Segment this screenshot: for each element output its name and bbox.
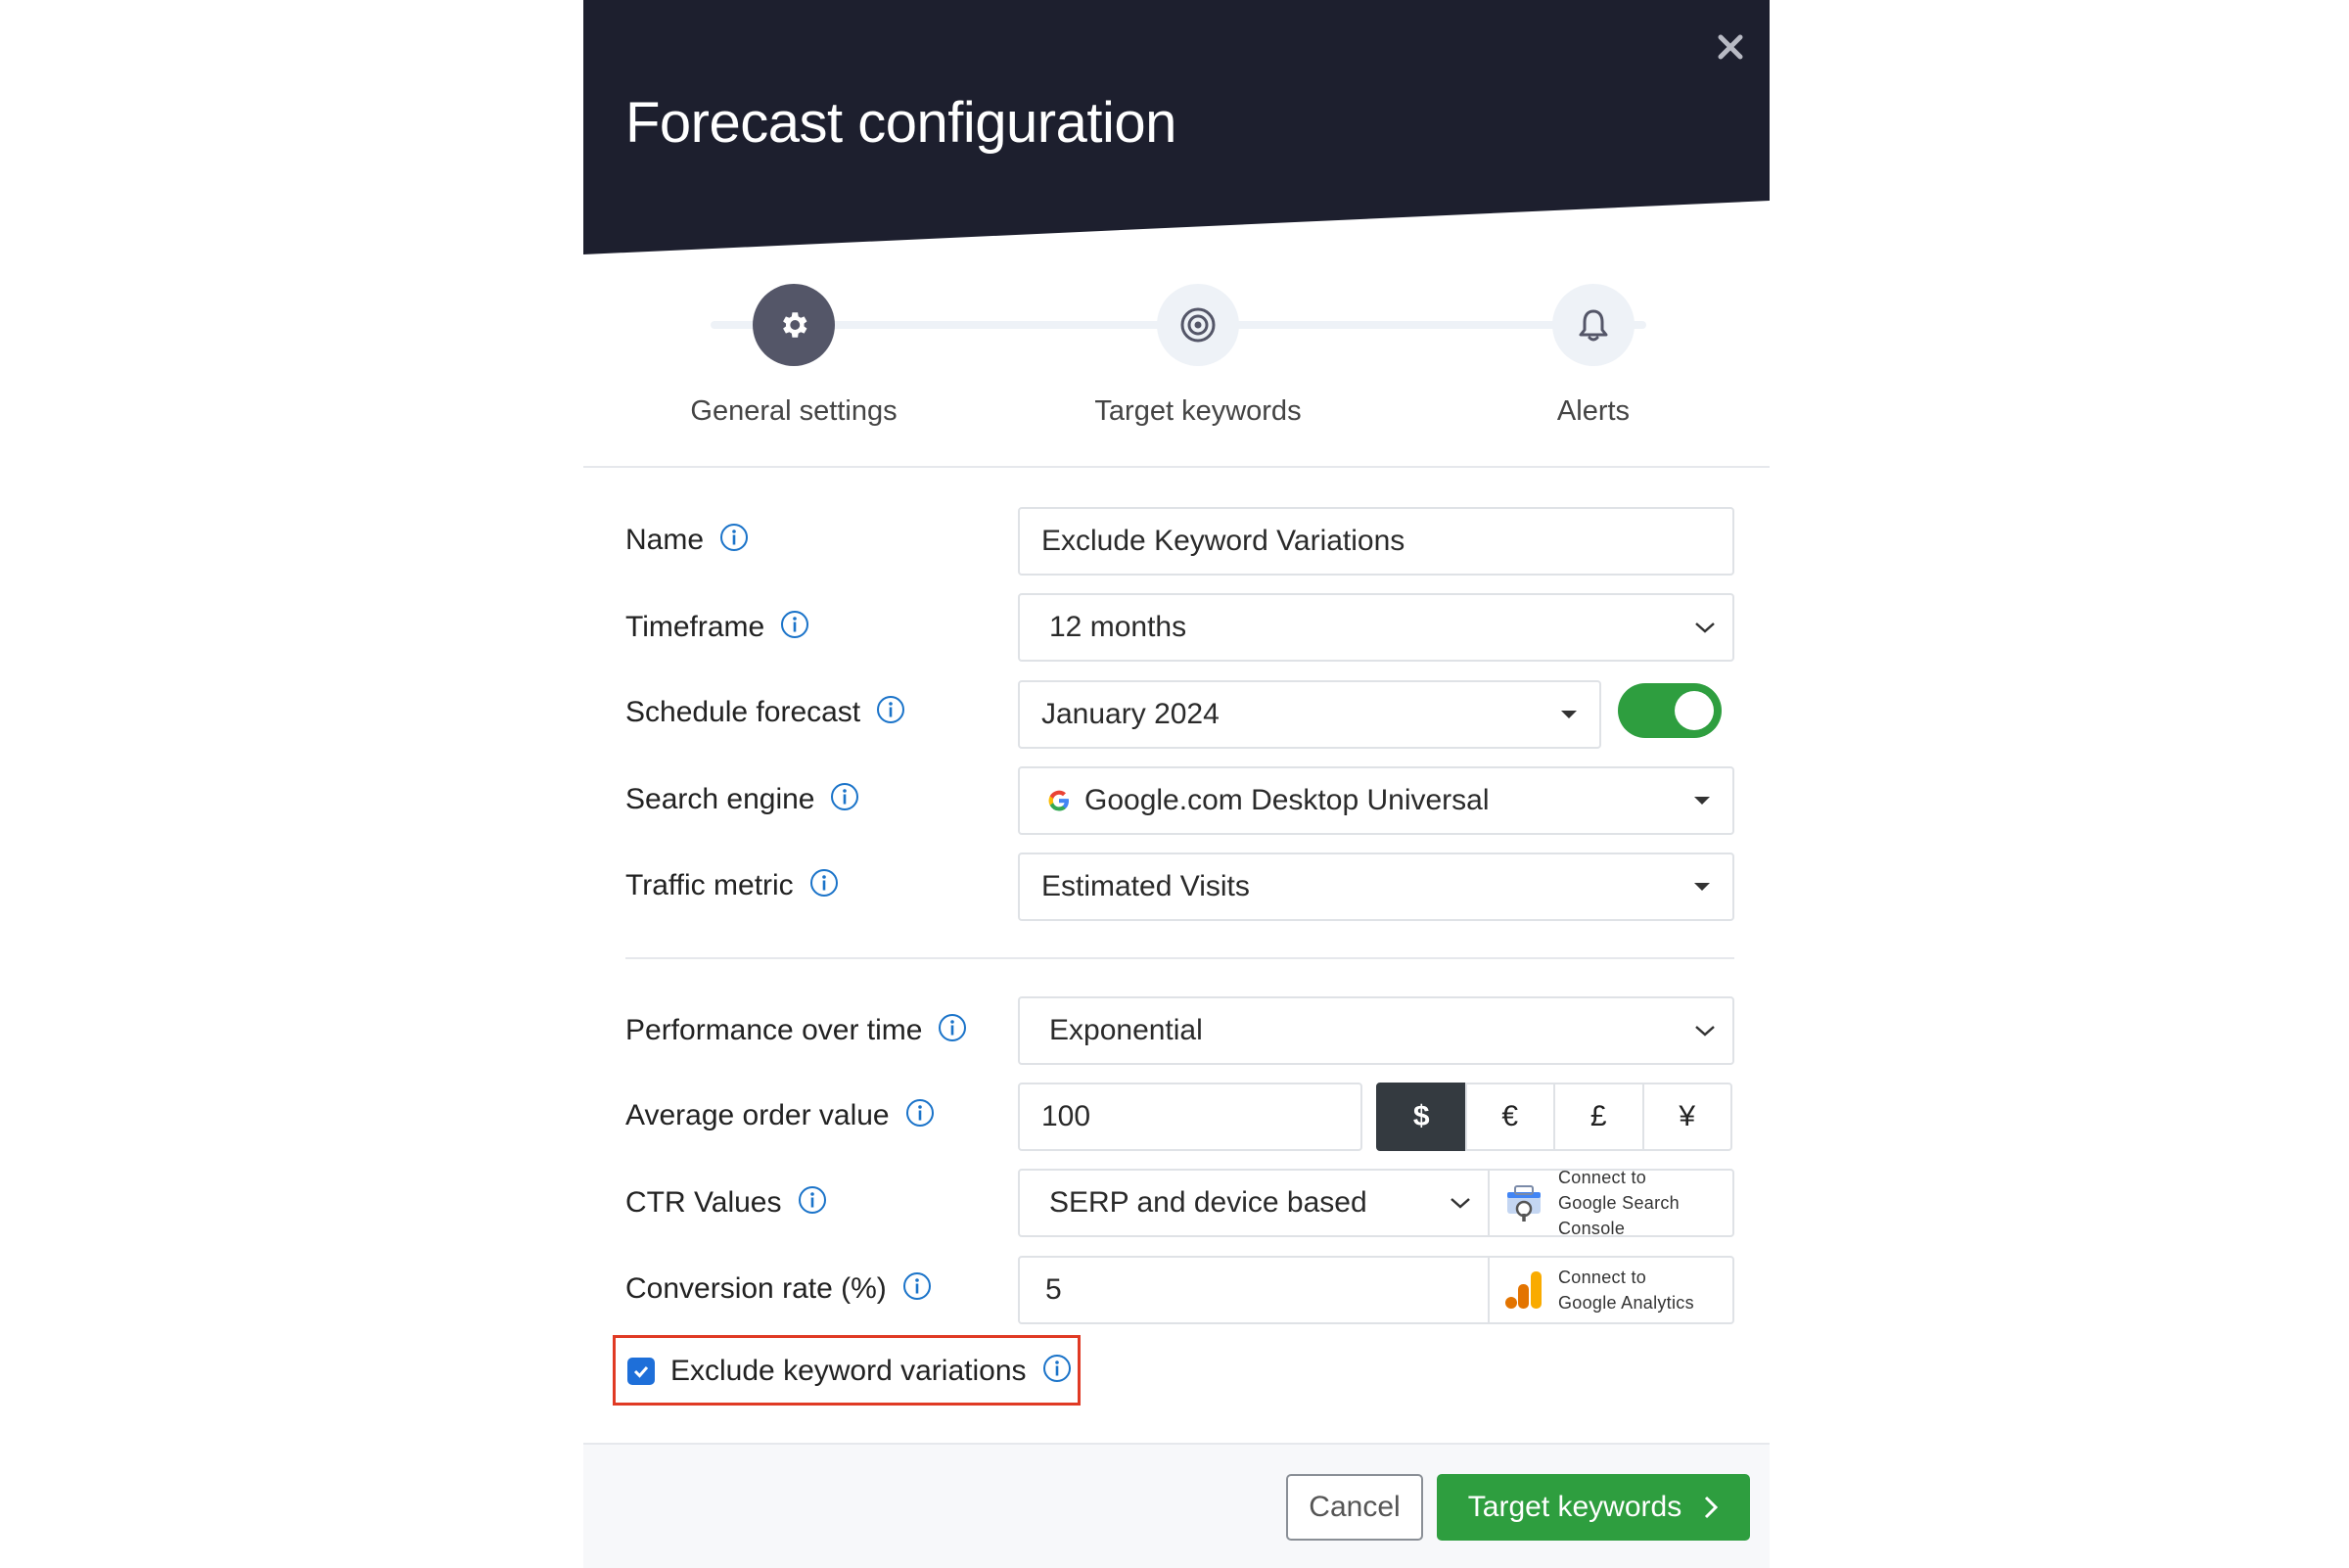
modal-title: Forecast configuration bbox=[625, 91, 1176, 155]
form-section-divider bbox=[625, 957, 1734, 959]
target-keywords-next-button[interactable]: Target keywords bbox=[1437, 1474, 1750, 1541]
performance-select[interactable]: Exponential bbox=[1018, 996, 1734, 1065]
step-label-general-settings: General settings bbox=[690, 395, 898, 427]
info-icon[interactable] bbox=[905, 1098, 935, 1128]
info-icon[interactable] bbox=[809, 868, 839, 898]
google-search-console-icon bbox=[1507, 1185, 1541, 1222]
info-icon[interactable] bbox=[1042, 1354, 1072, 1383]
caret-down-icon bbox=[1694, 797, 1710, 805]
step-general-settings[interactable] bbox=[753, 284, 835, 366]
conversion-rate-label: Conversion rate (%) bbox=[625, 1272, 932, 1306]
conversion-rate-input[interactable]: 5 bbox=[1018, 1256, 1490, 1324]
timeframe-select[interactable]: 12 months bbox=[1018, 593, 1734, 662]
currency-selector: $ € £ ¥ bbox=[1376, 1083, 1732, 1151]
timeframe-label: Timeframe bbox=[625, 611, 809, 644]
chevron-down-icon bbox=[1695, 623, 1715, 633]
traffic-metric-select[interactable]: Estimated Visits bbox=[1018, 853, 1734, 921]
connect-google-search-console-button[interactable]: Connect to Google Search Console bbox=[1489, 1168, 1734, 1238]
checkmark-icon bbox=[633, 1366, 649, 1378]
search-engine-select[interactable]: Google.com Desktop Universal bbox=[1018, 766, 1734, 835]
schedule-forecast-toggle[interactable] bbox=[1618, 683, 1722, 738]
info-icon[interactable] bbox=[719, 523, 749, 552]
step-target-keywords[interactable] bbox=[1157, 284, 1239, 366]
search-engine-label: Search engine bbox=[625, 783, 859, 816]
exclude-variations-label: Exclude keyword variations bbox=[670, 1355, 1072, 1388]
currency-eur-button[interactable]: € bbox=[1464, 1083, 1555, 1151]
aov-label: Average order value bbox=[625, 1099, 935, 1132]
traffic-metric-label: Traffic metric bbox=[625, 869, 839, 902]
close-icon bbox=[1718, 34, 1743, 60]
toggle-knob bbox=[1675, 691, 1714, 730]
currency-usd-button[interactable]: $ bbox=[1376, 1083, 1467, 1151]
name-label: Name bbox=[625, 524, 749, 557]
info-icon[interactable] bbox=[938, 1013, 967, 1042]
target-icon bbox=[1180, 307, 1216, 343]
chevron-down-icon bbox=[1451, 1198, 1470, 1209]
connect-google-analytics-button[interactable]: Connect to Google Analytics bbox=[1489, 1256, 1734, 1324]
stepper-divider bbox=[583, 466, 1770, 468]
connect-gsc-text: Connect to Google Search Console bbox=[1558, 1168, 1680, 1238]
gear-icon bbox=[783, 312, 807, 338]
step-alerts[interactable] bbox=[1552, 284, 1635, 366]
caret-down-icon bbox=[1694, 883, 1710, 891]
aov-input[interactable]: 100 bbox=[1018, 1083, 1362, 1151]
connect-ga-text: Connect to Google Analytics bbox=[1558, 1268, 1694, 1313]
forecast-config-modal: Forecast configuration General settings … bbox=[583, 0, 1770, 1568]
schedule-forecast-label: Schedule forecast bbox=[625, 696, 905, 729]
google-analytics-icon bbox=[1505, 1271, 1542, 1309]
schedule-forecast-select[interactable]: January 2024 bbox=[1018, 680, 1601, 749]
name-input[interactable]: Exclude Keyword Variations bbox=[1018, 507, 1734, 576]
step-label-target-keywords: Target keywords bbox=[1094, 395, 1302, 427]
info-icon[interactable] bbox=[876, 695, 905, 724]
ctr-label: CTR Values bbox=[625, 1186, 827, 1220]
currency-jpy-button[interactable]: ¥ bbox=[1641, 1083, 1732, 1151]
info-icon[interactable] bbox=[830, 782, 859, 811]
exclude-variations-checkbox[interactable] bbox=[627, 1358, 655, 1385]
caret-down-icon bbox=[1561, 711, 1577, 718]
close-button[interactable] bbox=[1711, 27, 1750, 67]
bell-icon bbox=[1579, 309, 1608, 342]
step-label-alerts: Alerts bbox=[1556, 395, 1631, 427]
google-icon bbox=[1048, 790, 1069, 811]
info-icon[interactable] bbox=[902, 1271, 932, 1301]
modal-footer: Cancel Target keywords bbox=[583, 1443, 1770, 1568]
cancel-button[interactable]: Cancel bbox=[1286, 1474, 1423, 1541]
info-icon[interactable] bbox=[780, 610, 809, 639]
ctr-select[interactable]: SERP and device based bbox=[1018, 1169, 1490, 1237]
info-icon[interactable] bbox=[798, 1185, 827, 1215]
chevron-down-icon bbox=[1695, 1026, 1715, 1037]
chevron-right-icon bbox=[1705, 1496, 1719, 1519]
currency-gbp-button[interactable]: £ bbox=[1553, 1083, 1644, 1151]
performance-label: Performance over time bbox=[625, 1014, 967, 1047]
